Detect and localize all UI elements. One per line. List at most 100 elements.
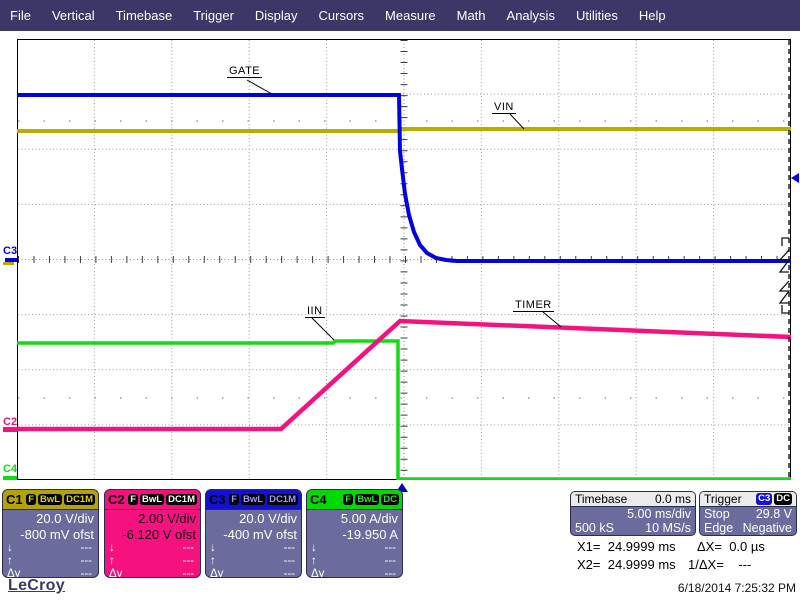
min-arrow-icon: ↓ bbox=[311, 542, 317, 555]
channel-box-c2[interactable]: C2 F BwL DC1M 2.00 V/div -6.120 V ofst ↓… bbox=[104, 489, 201, 578]
c3-id: C3 bbox=[209, 492, 226, 507]
menu-item-trigger[interactable]: Trigger bbox=[193, 8, 234, 23]
c1-scale: 20.0 V/div bbox=[3, 510, 98, 526]
c1-zero-marker[interactable] bbox=[3, 262, 14, 265]
x2-value: 24.9999 ms bbox=[608, 557, 676, 572]
c2-header: C2 F BwL DC1M bbox=[105, 490, 200, 510]
c3-scale: 20.0 V/div bbox=[206, 510, 301, 526]
cursor-x1-readout: X1= 24.9999 ms bbox=[577, 539, 676, 554]
c4-zero-label: C4 bbox=[3, 463, 17, 475]
x1-label: X1= bbox=[577, 539, 601, 554]
c4-scale: 5.00 A/div bbox=[307, 510, 402, 526]
c2-max-value: --- bbox=[183, 555, 195, 568]
c4-dy-value: --- bbox=[385, 568, 397, 578]
waveform-grid: GATE VIN IIN TIMER bbox=[17, 39, 791, 480]
trace-annotation-iin[interactable]: IIN bbox=[305, 305, 325, 318]
trigger-title: Trigger bbox=[704, 492, 742, 506]
c4-min-value: --- bbox=[385, 542, 397, 555]
c2-offset: -6.120 V ofst bbox=[105, 526, 200, 542]
trigger-type: Edge bbox=[704, 521, 733, 535]
c3-badge-bwl: BwL bbox=[241, 494, 265, 506]
menu-item-utilities[interactable]: Utilities bbox=[576, 8, 618, 23]
datetime-display: 6/18/2014 7:25:32 PM bbox=[678, 581, 796, 595]
inv-dx-label: 1/ΔX= bbox=[688, 557, 724, 572]
c1-max-value: --- bbox=[81, 555, 93, 568]
c3-badge-f: F bbox=[229, 494, 239, 506]
menu-item-display[interactable]: Display bbox=[255, 8, 298, 23]
c4-offset: -19.950 A bbox=[307, 526, 402, 542]
menu-item-vertical[interactable]: Vertical bbox=[52, 8, 95, 23]
dx-label: ΔX= bbox=[697, 539, 722, 554]
c2-badge-f: F bbox=[128, 494, 138, 506]
min-arrow-icon: ↓ bbox=[109, 542, 115, 555]
max-arrow-icon: ↑ bbox=[7, 555, 13, 568]
channel-box-c4[interactable]: C4 F BwL DC 5.00 A/div -19.950 A ↓ --- ↑ -… bbox=[306, 489, 403, 578]
dx-value: 0.0 µs bbox=[729, 539, 765, 554]
trigger-source-badge: C3 bbox=[756, 493, 772, 505]
c2-id: C2 bbox=[108, 492, 125, 507]
c1-min-value: --- bbox=[81, 542, 93, 555]
c2-min-value: --- bbox=[183, 542, 195, 555]
trace-vin-c1[interactable] bbox=[17, 129, 791, 131]
c3-header: C3 F BwL DC1M bbox=[206, 490, 301, 510]
c1-badge-f: F bbox=[26, 494, 36, 506]
min-arrow-icon: ↓ bbox=[7, 542, 13, 555]
timebase-header: Timebase 0.0 ms bbox=[571, 492, 695, 507]
c4-id: C4 bbox=[310, 492, 327, 507]
trigger-level-marker[interactable] bbox=[791, 173, 799, 183]
max-arrow-icon: ↑ bbox=[311, 555, 317, 568]
max-arrow-icon: ↑ bbox=[210, 555, 216, 568]
c4-badge-coupling: DC bbox=[381, 494, 399, 506]
trigger-level: 29.8 V bbox=[756, 507, 792, 521]
x1-value: 24.9999 ms bbox=[608, 539, 676, 554]
c3-offset: -400 mV ofst bbox=[206, 526, 301, 542]
c4-header: C4 F BwL DC bbox=[307, 490, 402, 510]
c2-scale: 2.00 V/div bbox=[105, 510, 200, 526]
x-cursor-flags bbox=[780, 238, 789, 313]
trace-timer-c2[interactable] bbox=[17, 321, 791, 429]
c1-badge-coupling: DC1M bbox=[64, 494, 95, 506]
c1-id: C1 bbox=[6, 492, 23, 507]
c4-zero-marker[interactable] bbox=[3, 476, 17, 480]
timebase-rate: 10 MS/s bbox=[645, 521, 691, 535]
delta-y-icon: Δy bbox=[311, 568, 324, 578]
trace-iin-c4[interactable] bbox=[17, 341, 791, 479]
menu-item-math[interactable]: Math bbox=[457, 8, 486, 23]
trigger-slope: Negative bbox=[743, 521, 792, 535]
trigger-coupling-badge: DC bbox=[774, 493, 792, 505]
c3-badge-coupling: DC1M bbox=[267, 494, 298, 506]
trigger-box[interactable]: Trigger C3 DC Stop 29.8 V Edge Negative bbox=[699, 491, 797, 536]
c2-badge-coupling: DC1M bbox=[166, 494, 197, 506]
menu-item-file[interactable]: File bbox=[10, 8, 31, 23]
x2-label: X2= bbox=[577, 557, 601, 572]
menu-item-cursors[interactable]: Cursors bbox=[319, 8, 365, 23]
c3-zero-label: C3 bbox=[3, 245, 17, 257]
channel-box-c3[interactable]: C3 F BwL DC1M 20.0 V/div -400 mV ofst ↓-… bbox=[205, 489, 302, 578]
c3-min-value: --- bbox=[284, 542, 296, 555]
menu-bar: File Vertical Timebase Trigger Display C… bbox=[0, 0, 800, 31]
menu-item-timebase[interactable]: Timebase bbox=[116, 8, 173, 23]
delta-y-icon: Δy bbox=[210, 568, 223, 578]
c4-badge-f: F bbox=[343, 494, 353, 506]
menu-item-help[interactable]: Help bbox=[639, 8, 666, 23]
cursor-dx-readout: ΔX= 0.0 µs bbox=[697, 539, 765, 554]
max-arrow-icon: ↑ bbox=[109, 555, 115, 568]
channel-box-c1[interactable]: C1 F BwL DC1M 20.0 V/div -800 mV ofst ↓-… bbox=[2, 489, 99, 578]
inv-dx-value: --- bbox=[738, 557, 751, 572]
c4-badge-bwl: BwL bbox=[355, 494, 379, 506]
cursor-x2-readout: X2= 24.9999 ms bbox=[577, 557, 676, 572]
c1-badge-bwl: BwL bbox=[38, 494, 62, 506]
trace-annotation-vin[interactable]: VIN bbox=[492, 101, 516, 114]
trigger-header: Trigger C3 DC bbox=[700, 492, 796, 507]
menu-item-measure[interactable]: Measure bbox=[385, 8, 436, 23]
c2-badge-bwl: BwL bbox=[140, 494, 164, 506]
c2-zero-marker[interactable] bbox=[3, 427, 17, 432]
lecroy-logo: LeCroy bbox=[8, 577, 65, 595]
trace-annotation-timer[interactable]: TIMER bbox=[513, 299, 554, 312]
trace-annotation-gate[interactable]: GATE bbox=[227, 65, 262, 78]
timebase-title: Timebase bbox=[575, 492, 627, 506]
c1-dy-value: --- bbox=[81, 568, 93, 578]
waveform-svg bbox=[17, 39, 791, 480]
menu-item-analysis[interactable]: Analysis bbox=[507, 8, 555, 23]
timebase-box[interactable]: Timebase 0.0 ms 5.00 ms/div 500 kS 10 MS… bbox=[570, 491, 696, 536]
